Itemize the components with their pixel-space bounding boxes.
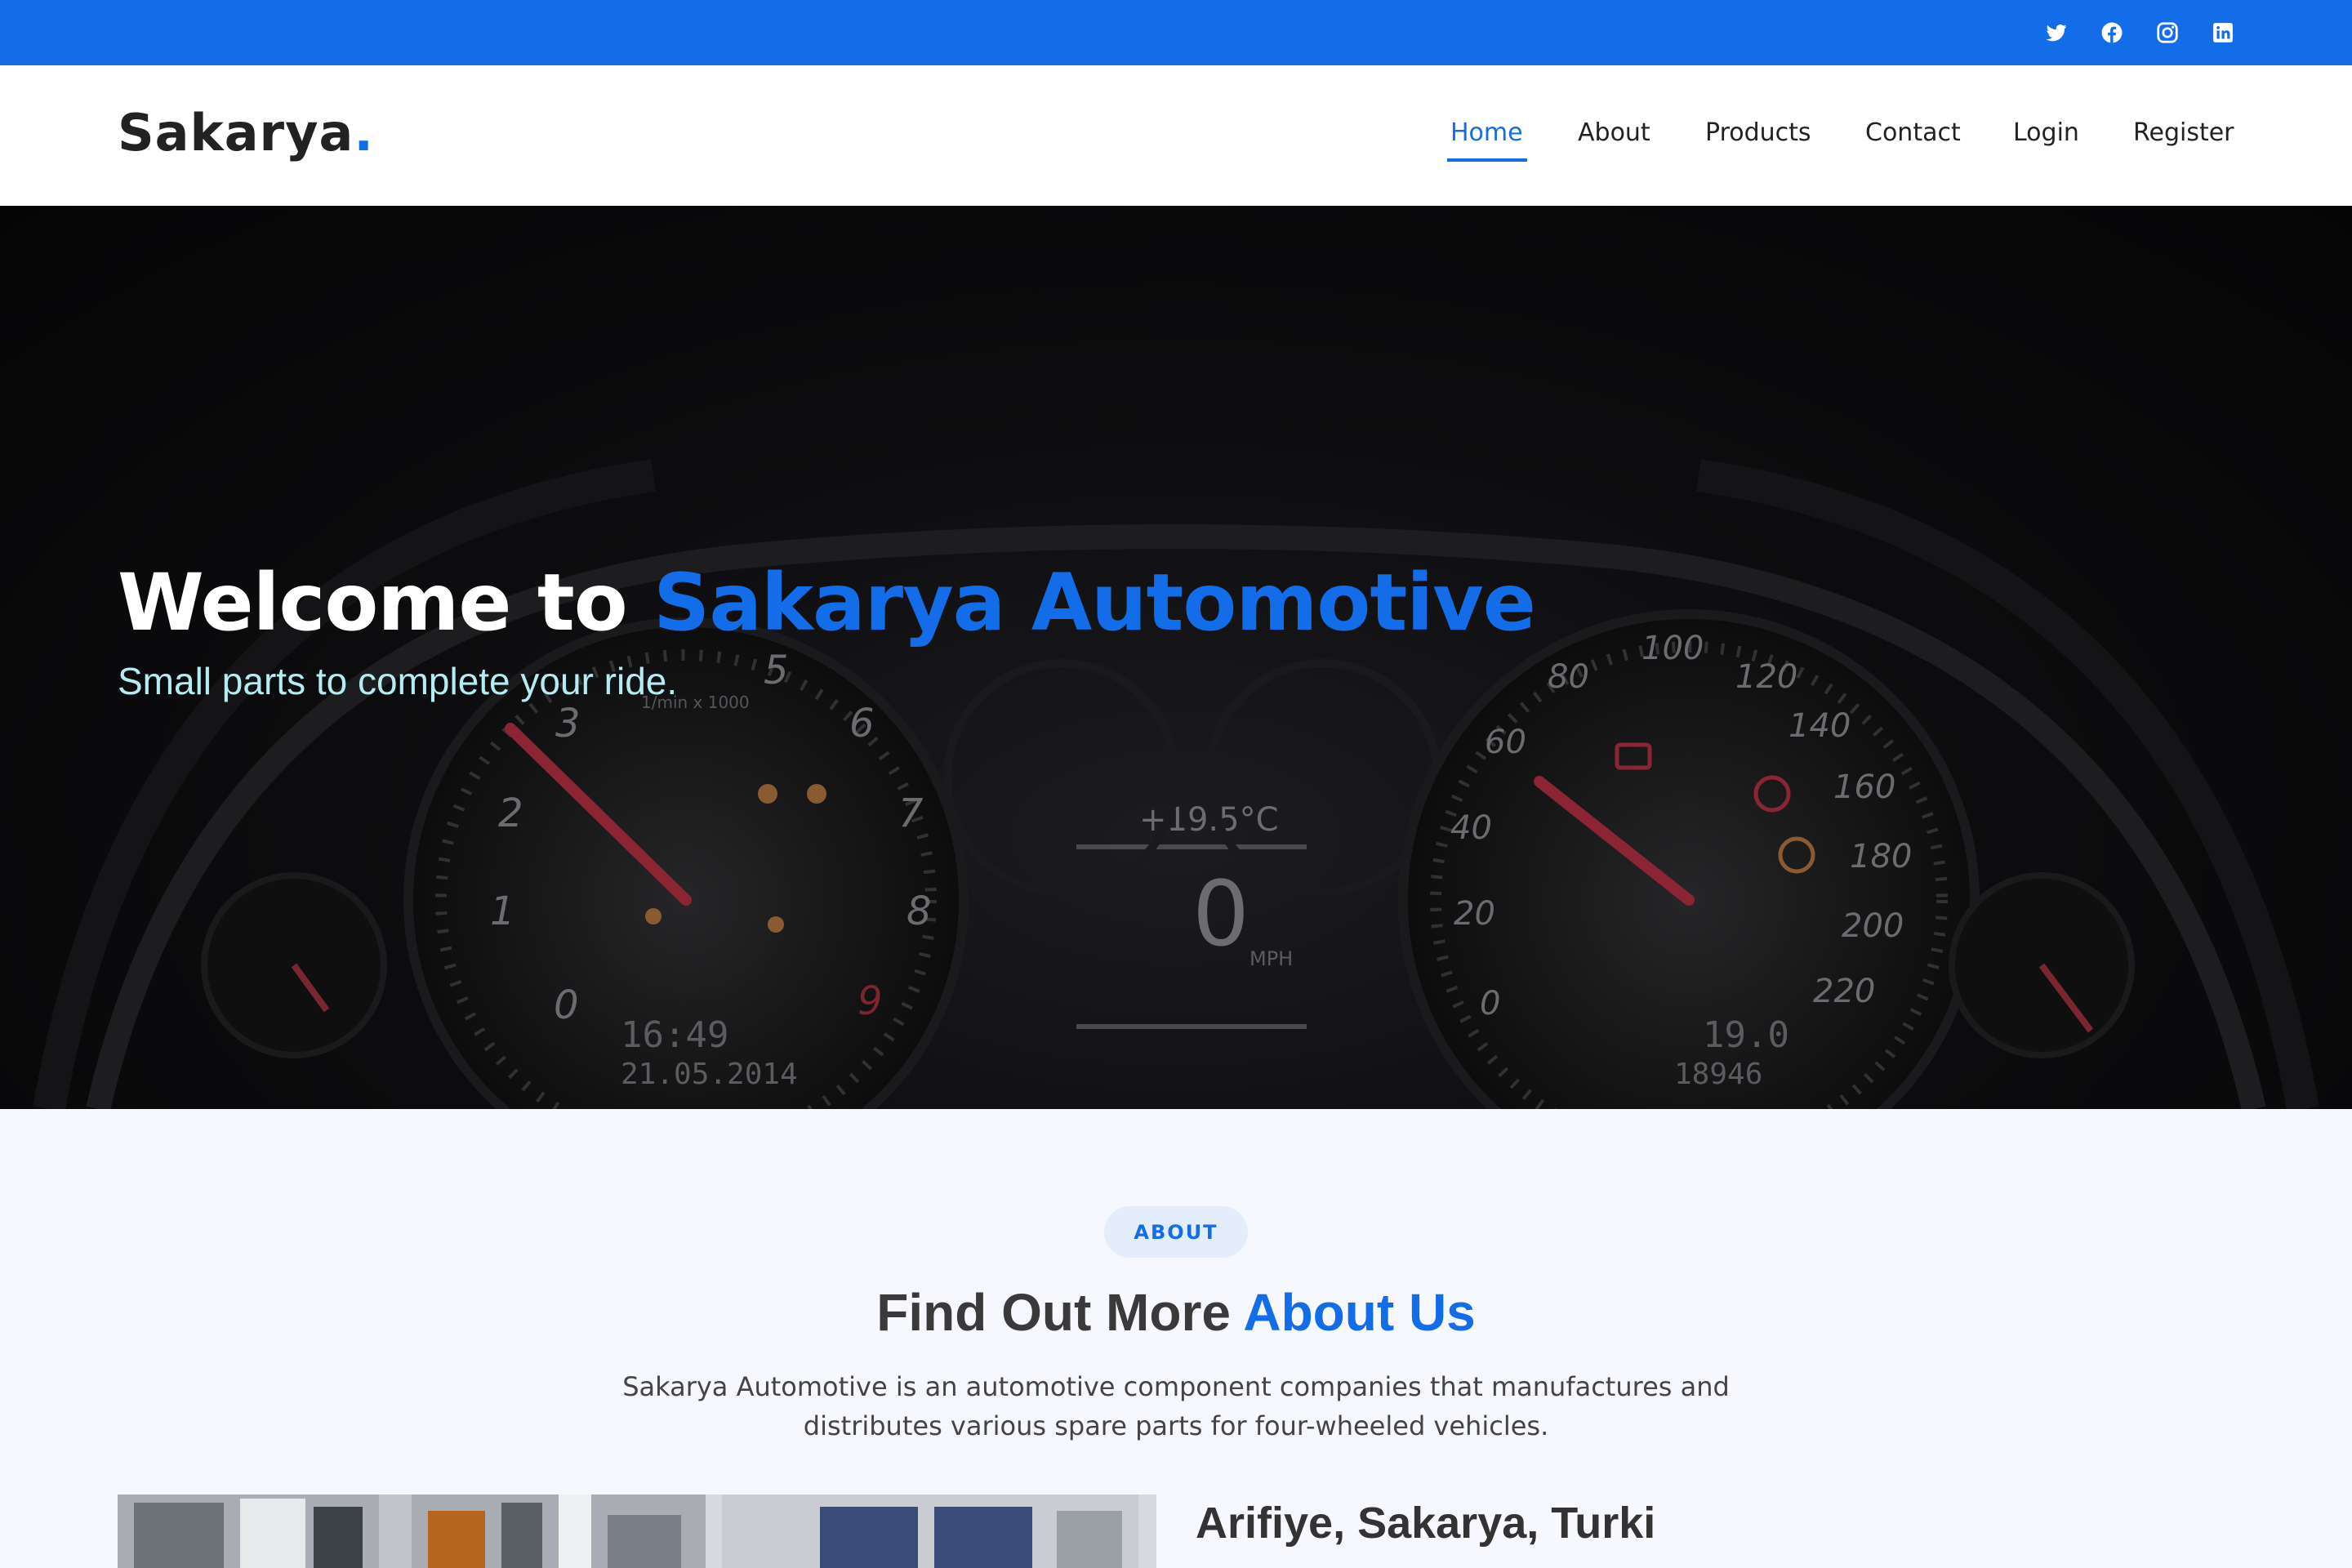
company-location: Arifiye, Sakarya, Turki — [1196, 1499, 1656, 1548]
hero-banner: 0 1 2 3 5 6 7 8 9 1/min x 1000 16:49 21.… — [0, 206, 2352, 1109]
svg-text:20: 20 — [1454, 895, 1495, 933]
about-description: Sakarya Automotive is an automotive comp… — [622, 1371, 1730, 1441]
nav-products[interactable]: Products — [1705, 118, 1811, 147]
svg-text:200: 200 — [1842, 907, 1904, 945]
about-title: Find Out More About Us — [0, 1282, 2352, 1343]
linkedin-icon[interactable] — [2208, 18, 2238, 47]
nav-active-indicator — [1447, 158, 1527, 162]
svg-text:40: 40 — [1450, 809, 1492, 847]
about-section-badge: ABOUT — [1104, 1206, 1248, 1258]
center-display: +19.5°C 0 MPH — [1076, 801, 1307, 1029]
svg-text:MPH: MPH — [1250, 947, 1293, 970]
svg-text:9: 9 — [858, 978, 883, 1024]
top-bar — [0, 0, 2352, 65]
svg-text:8: 8 — [906, 889, 932, 934]
svg-text:16:49: 16:49 — [621, 1014, 728, 1056]
about-title-prefix: Find Out More — [876, 1283, 1244, 1342]
hero-title-prefix: Welcome to — [118, 557, 654, 648]
nav-login[interactable]: Login — [2013, 118, 2079, 147]
twitter-icon[interactable] — [2042, 18, 2071, 47]
site-header: Sakarya. Home About Products Contact Log… — [0, 65, 2352, 206]
nav-contact[interactable]: Contact — [1865, 118, 1961, 147]
site-logo[interactable]: Sakarya. — [118, 103, 374, 163]
hero-subtitle: Small parts to complete your ride. — [118, 660, 678, 702]
svg-text:0: 0 — [1480, 985, 1500, 1022]
svg-text:18946: 18946 — [1674, 1058, 1762, 1091]
svg-text:220: 220 — [1813, 973, 1875, 1010]
logo-dot: . — [354, 103, 374, 163]
svg-text:6: 6 — [849, 701, 875, 746]
svg-text:60: 60 — [1485, 724, 1526, 761]
nav-home[interactable]: Home — [1450, 118, 1523, 147]
hero-title-accent: Sakarya Automotive — [653, 557, 1536, 648]
svg-text:5: 5 — [764, 648, 789, 693]
about-title-accent: About Us — [1243, 1283, 1476, 1342]
svg-text:19.0: 19.0 — [1703, 1014, 1789, 1056]
factory-photo — [118, 1494, 1156, 1568]
fuel-gauge — [1949, 872, 2135, 1058]
svg-text:3: 3 — [555, 701, 581, 746]
nav-about[interactable]: About — [1578, 118, 1650, 147]
svg-text:160: 160 — [1833, 768, 1895, 806]
nav-register[interactable]: Register — [2133, 118, 2234, 147]
temp-gauge — [201, 872, 387, 1058]
instagram-icon[interactable] — [2153, 18, 2182, 47]
svg-text:120: 120 — [1735, 658, 1797, 696]
svg-text:7: 7 — [898, 791, 924, 836]
speed-gauge: 0 20 40 60 80 100 120 140 160 180 200 22… — [1398, 609, 1980, 1109]
svg-text:0: 0 — [554, 982, 579, 1028]
svg-text:0: 0 — [1192, 862, 1250, 966]
svg-text:1: 1 — [490, 889, 515, 934]
svg-text:2: 2 — [498, 791, 523, 836]
dashboard-background-image: 0 1 2 3 5 6 7 8 9 1/min x 1000 16:49 21.… — [33, 459, 2319, 1109]
hero-title: Welcome to Sakarya Automotive — [118, 557, 1536, 648]
logo-text: Sakarya — [118, 103, 354, 163]
svg-text:180: 180 — [1850, 838, 1912, 875]
facebook-icon[interactable] — [2097, 18, 2127, 47]
svg-text:80: 80 — [1548, 658, 1589, 696]
svg-text:21.05.2014: 21.05.2014 — [621, 1058, 798, 1091]
svg-text:100: 100 — [1642, 630, 1704, 667]
svg-text:140: 140 — [1788, 707, 1851, 745]
